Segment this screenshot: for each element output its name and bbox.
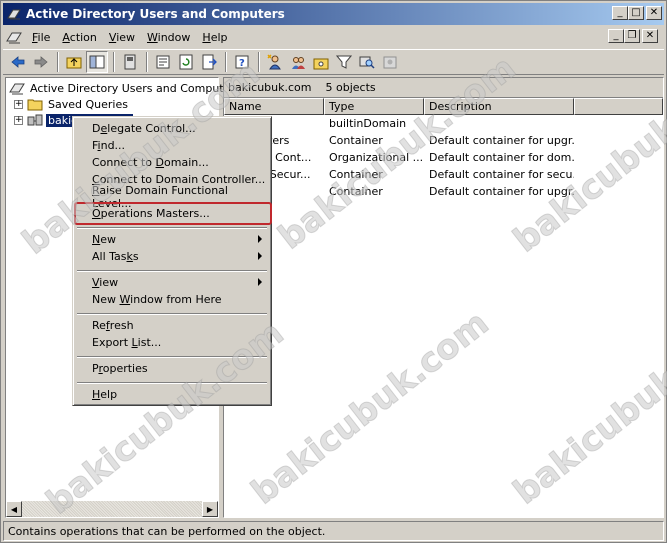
expand-icon[interactable]: + (14, 99, 23, 109)
menu-item-delegate-control[interactable]: Delegate Control... (76, 120, 268, 137)
status-text: Contains operations that can be performe… (8, 524, 326, 538)
window-title: Active Directory Users and Computers (26, 7, 285, 21)
new-ou-icon[interactable] (310, 51, 332, 73)
menu-item-find[interactable]: Find... (76, 137, 268, 154)
menu-item-new-window[interactable]: New Window from Here (76, 291, 268, 308)
menu-separator (77, 382, 267, 384)
cell-type: Container (329, 134, 383, 147)
table-row[interactable]: Computers Container Default container fo… (224, 132, 663, 149)
menu-item-export-list[interactable]: Export List... (76, 334, 268, 351)
find-icon[interactable] (356, 51, 378, 73)
properties-icon[interactable] (152, 51, 174, 73)
menu-item-all-tasks[interactable]: All Tasks (76, 248, 268, 265)
tree-item-saved-queries[interactable]: + Saved Queries (14, 96, 130, 112)
column-header-name[interactable]: Name (224, 98, 324, 115)
menu-separator (77, 270, 267, 272)
submenu-arrow-icon (258, 278, 262, 286)
cell-type: Organizational ... (329, 151, 424, 164)
mdi-restore-button[interactable]: ❐ (624, 29, 640, 43)
console-icon[interactable] (6, 29, 22, 45)
object-count: 5 objects (325, 81, 376, 94)
cell-type: builtinDomain (329, 117, 407, 130)
cell-description: Default container for dom... (429, 151, 574, 164)
table-row[interactable]: Users Container Default container for up… (224, 183, 663, 200)
menu-item-new[interactable]: New (76, 231, 268, 248)
forward-icon[interactable] (30, 51, 52, 73)
menu-separator (77, 227, 267, 229)
tree-horizontal-scrollbar[interactable]: ◀ ▶ (6, 501, 218, 517)
filter-icon[interactable] (333, 51, 355, 73)
domain-icon (27, 114, 43, 126)
ad-users-computers-icon (7, 9, 21, 20)
details-pane[interactable]: bakicubuk.com 5 objects Name Type Descri… (223, 77, 664, 518)
cut-icon[interactable] (119, 51, 141, 73)
minimize-button[interactable]: _ (612, 6, 628, 20)
menu-item-connect-domain[interactable]: Connect to Domain... (76, 154, 268, 171)
title-bar[interactable]: Active Directory Users and Computers _ □… (3, 3, 664, 25)
menu-item-view[interactable]: View (76, 274, 268, 291)
menu-item-refresh[interactable]: Refresh (76, 317, 268, 334)
close-button[interactable]: ✕ (646, 6, 662, 20)
cell-description: Default container for upgr... (429, 134, 574, 147)
column-header-description[interactable]: Description (424, 98, 574, 115)
menu-item-properties[interactable]: Properties (76, 360, 268, 377)
back-icon[interactable] (7, 51, 29, 73)
tree-root-label: Active Directory Users and Computers (30, 81, 241, 95)
cell-type: Container (329, 168, 383, 181)
status-bar: Contains operations that can be performe… (3, 521, 664, 541)
menu-file[interactable]: File (26, 31, 56, 44)
mmc-window: Active Directory Users and Computers _ □… (0, 0, 667, 543)
cell-description: Default container for upgr... (429, 185, 574, 198)
cell-description: Default container for secu... (429, 168, 574, 181)
scroll-left-icon[interactable]: ◀ (6, 501, 22, 517)
menu-item-help[interactable]: Help (76, 386, 268, 403)
submenu-arrow-icon (258, 252, 262, 260)
folder-icon (27, 99, 43, 111)
mdi-minimize-button[interactable]: _ (608, 29, 624, 43)
expand-icon[interactable]: + (14, 115, 23, 125)
column-headers: Name Type Description (224, 98, 663, 115)
cell-type: Container (329, 185, 383, 198)
export-list-icon[interactable] (198, 51, 220, 73)
mdi-close-button[interactable]: ✕ (642, 29, 658, 43)
table-row[interactable]: Builtin builtinDomain (224, 115, 663, 132)
toolbar: ? (3, 49, 664, 75)
new-user-icon[interactable] (264, 51, 286, 73)
refresh-icon[interactable] (175, 51, 197, 73)
column-header-filler (574, 98, 663, 115)
menu-window[interactable]: Window (141, 31, 196, 44)
context-menu: Delegate Control... Find... Connect to D… (72, 116, 272, 406)
new-group-icon[interactable] (287, 51, 309, 73)
details-header: bakicubuk.com 5 objects (224, 78, 663, 98)
show-hide-tree-icon[interactable] (86, 51, 108, 73)
up-folder-icon[interactable] (63, 51, 85, 73)
highlight-annotation (74, 202, 272, 225)
menu-separator (77, 356, 267, 358)
menu-action[interactable]: Action (56, 31, 102, 44)
help-icon[interactable]: ? (231, 51, 253, 73)
column-header-type[interactable]: Type (324, 98, 424, 115)
scroll-right-icon[interactable]: ▶ (202, 501, 218, 517)
menu-separator (77, 313, 267, 315)
add-to-group-icon[interactable] (379, 51, 401, 73)
maximize-button[interactable]: □ (628, 6, 644, 20)
svg-text:?: ? (239, 58, 245, 69)
tree-root[interactable]: Active Directory Users and Computers (9, 80, 243, 96)
menu-bar: File Action View Window Help _ ❐ ✕ (3, 27, 664, 47)
menu-help[interactable]: Help (196, 31, 233, 44)
details-path: bakicubuk.com (228, 81, 312, 94)
submenu-arrow-icon (258, 235, 262, 243)
table-row[interactable]: ForeignSecur... Container Default contai… (224, 166, 663, 183)
tree-item-label: Saved Queries (48, 97, 128, 111)
menu-view[interactable]: View (103, 31, 141, 44)
table-row[interactable]: Domain Cont... Organizational ... Defaul… (224, 149, 663, 166)
ad-users-computers-icon (9, 83, 25, 95)
